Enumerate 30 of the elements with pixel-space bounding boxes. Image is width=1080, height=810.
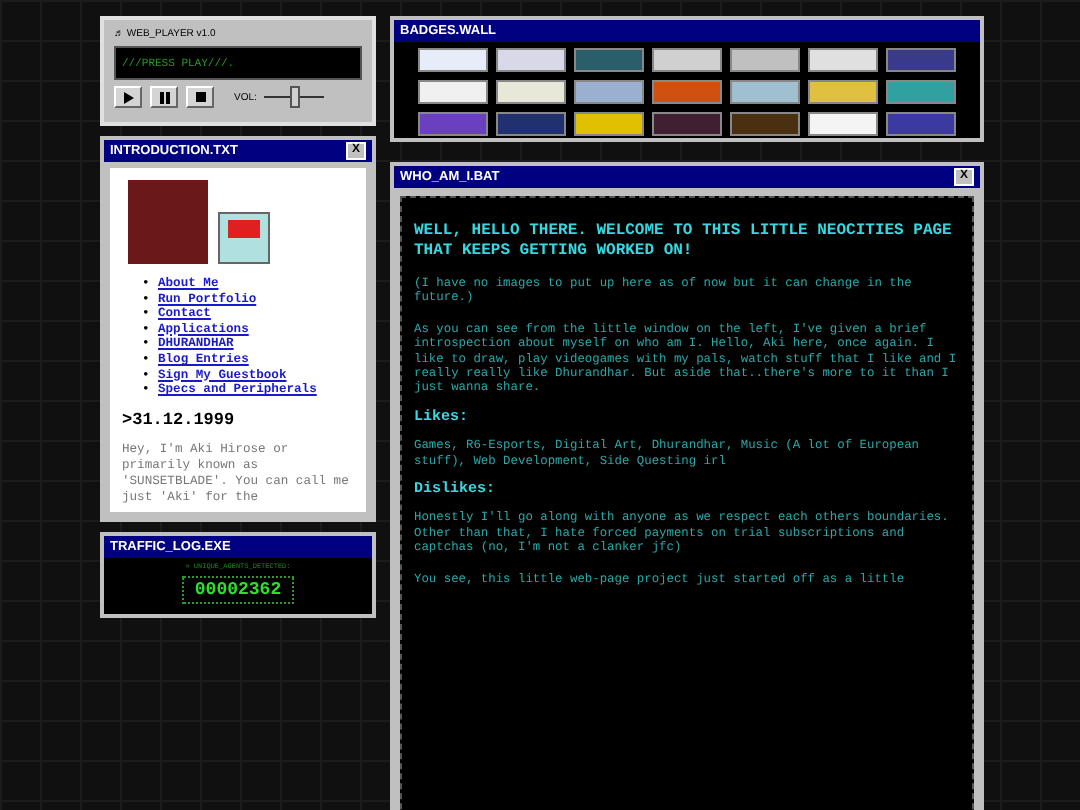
badge-image-placeholder[interactable] <box>418 80 488 104</box>
date-heading: >31.12.1999 <box>122 409 237 430</box>
badge-image-placeholder[interactable] <box>808 48 878 72</box>
badge-image-placeholder[interactable] <box>886 112 956 136</box>
badge-image-placeholder[interactable] <box>730 80 800 104</box>
badge-image-placeholder[interactable] <box>730 48 800 72</box>
volume-thumb[interactable] <box>290 86 301 108</box>
badge-image-placeholder[interactable] <box>730 112 800 136</box>
stop-icon <box>195 92 205 102</box>
play-icon <box>122 91 134 103</box>
badge-image-placeholder[interactable] <box>496 80 566 104</box>
play-button[interactable] <box>114 86 142 108</box>
badge-image-placeholder <box>218 212 270 264</box>
badge-image-placeholder[interactable] <box>652 112 722 136</box>
pause-button[interactable] <box>150 86 178 108</box>
badge-image-placeholder[interactable] <box>496 112 566 136</box>
badge-image-placeholder[interactable] <box>496 48 566 72</box>
album-art-placeholder <box>128 180 208 264</box>
badge-image-placeholder[interactable] <box>808 112 878 136</box>
welcome-heading: WELL, HELLO THERE. WELCOME TO THIS LITTLE NEOCITIES PAGE THAT KEEPS GETTING WORKED ON! <box>414 222 954 260</box>
badge-image-placeholder[interactable] <box>808 80 878 104</box>
visitor-counter: 00002362 <box>182 576 294 604</box>
badge-image-placeholder[interactable] <box>418 112 488 136</box>
badge-image-placeholder[interactable] <box>652 48 722 72</box>
pause-icon <box>159 91 169 103</box>
badge-image-placeholder[interactable] <box>418 48 488 72</box>
badge-image-placeholder[interactable] <box>886 48 956 72</box>
badge-image-placeholder[interactable] <box>574 112 644 136</box>
stop-button[interactable] <box>186 86 214 108</box>
badge-image-placeholder[interactable] <box>574 48 644 72</box>
